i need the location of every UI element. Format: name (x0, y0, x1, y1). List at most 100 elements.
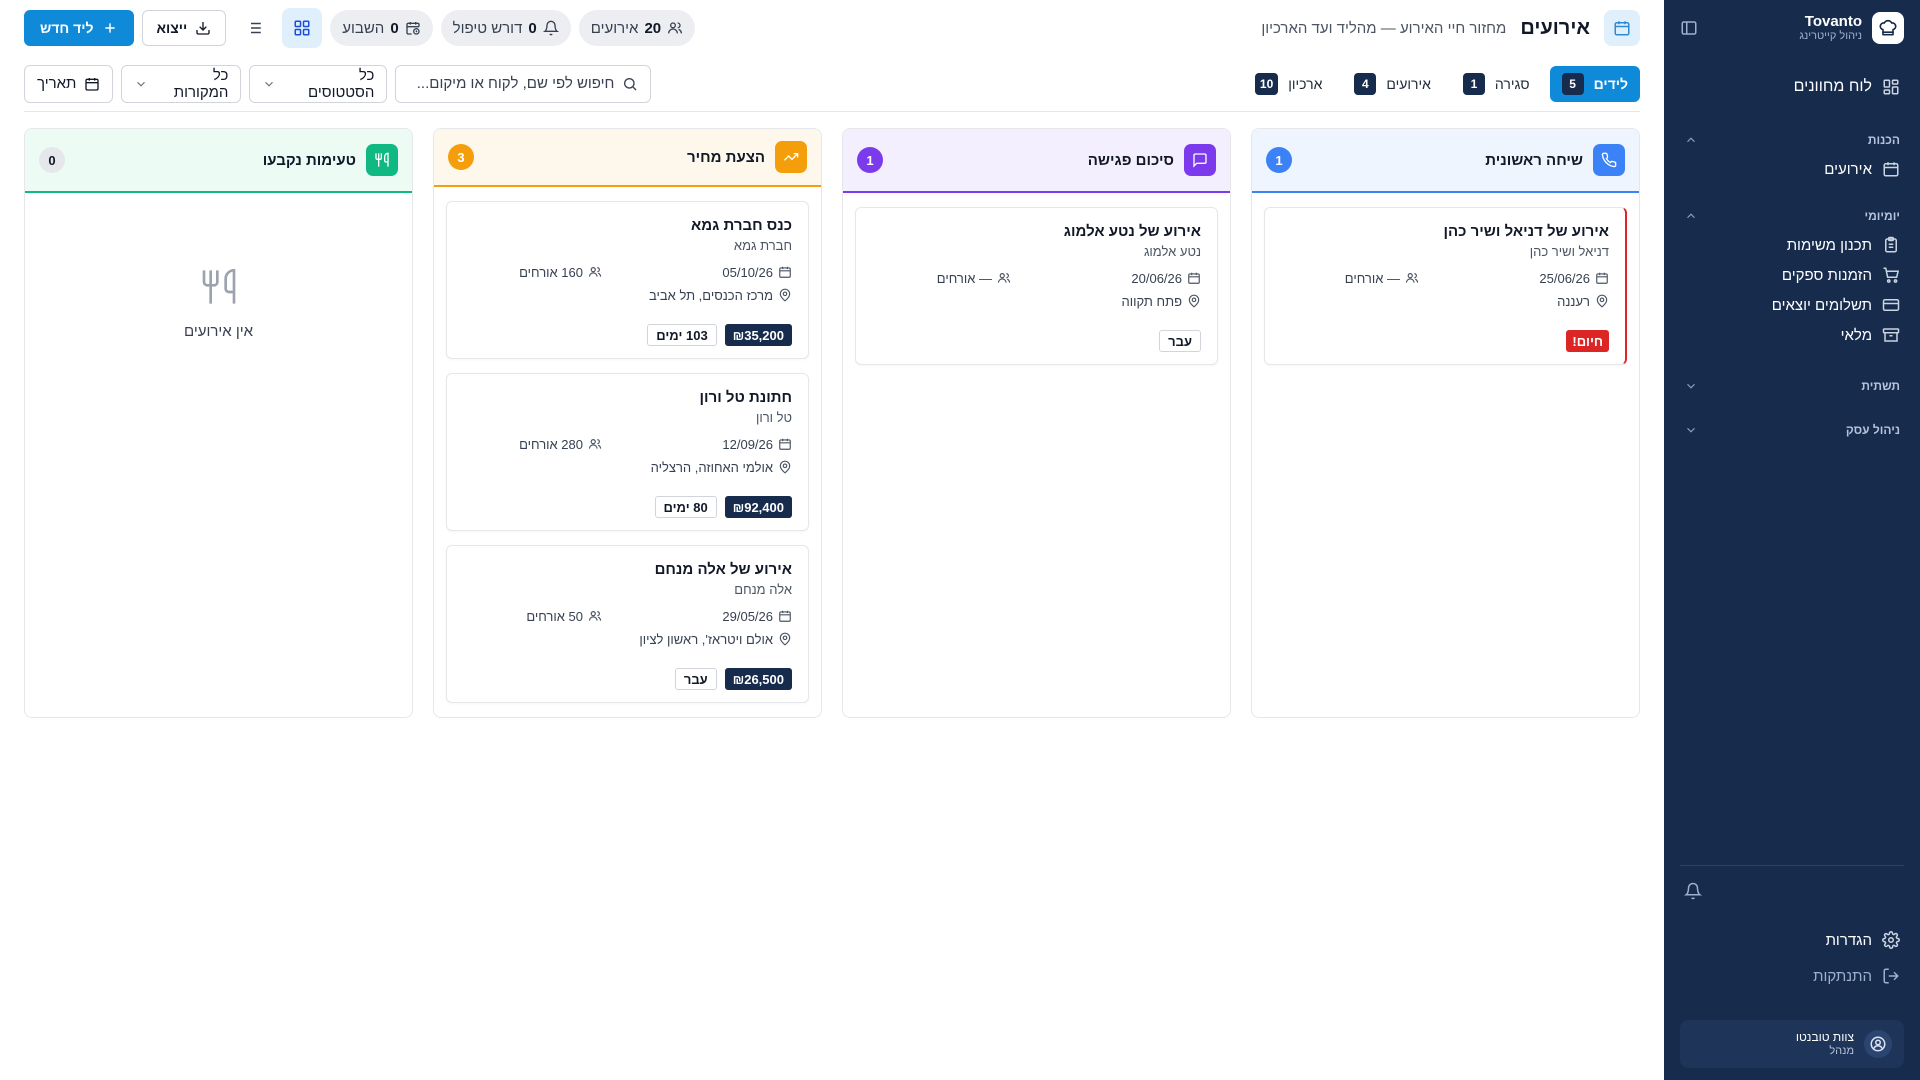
sidebar-item-outgoing-payments[interactable]: תשלומים יוצאים (1664, 290, 1920, 320)
tab-label: לידים (1593, 75, 1628, 92)
event-location: אולמי האחוזה, הרצליה (463, 460, 792, 475)
download-icon (195, 20, 211, 36)
event-client: חברת גמא (733, 237, 792, 253)
event-date-value: 29/05/26 (722, 608, 773, 624)
empty-state-text: אין אירועים (183, 323, 254, 340)
event-card[interactable]: כנס חברת גמא חברת גמא 05/10/26 160 אורחים מר… (446, 201, 809, 359)
sidebar-item-settings[interactable]: הגדרות (1664, 922, 1920, 958)
sidebar-group-business[interactable]: ניהול עסק (1664, 416, 1920, 444)
event-date: 12/09/26 (602, 437, 792, 452)
column-body: כנס חברת גמא חברת גמא 05/10/26 160 אורחים מר… (434, 187, 821, 717)
sidebar-group-label: הכנות (1867, 133, 1900, 147)
calendar-icon (778, 609, 792, 623)
event-card[interactable]: אירוע של נטע אלמוג נטע אלמוג 20/06/26 — אור… (855, 207, 1218, 365)
events-count-badge: 20 אירועים (578, 10, 696, 46)
status-select[interactable]: כל הסטטוסים (249, 64, 388, 103)
users-icon (588, 265, 602, 279)
new-lead-label: ליד חדש (40, 20, 94, 36)
calendar-icon (1882, 160, 1900, 178)
days-badge: עבר (674, 668, 717, 690)
logout-icon (1882, 967, 1900, 985)
event-card[interactable]: חתונת טל ורון טל ורון 12/09/26 280 אורחים או… (446, 373, 809, 531)
sidebar-item-inventory[interactable]: מלאי (1664, 320, 1920, 350)
event-date-value: 12/09/26 (722, 436, 773, 452)
sidebar-item-logout[interactable]: התנתקות (1664, 958, 1920, 994)
chevron-down-icon (262, 77, 276, 91)
dashboard-icon (1882, 78, 1900, 96)
chevron-down-icon (1684, 379, 1698, 393)
event-location: אולם ויטראז', ראשון לציון (463, 632, 792, 647)
attention-count: 0 (528, 19, 537, 37)
event-location-value: אולמי האחוזה, הרצליה (650, 459, 773, 475)
event-client: דניאל ושיר כהן (1529, 243, 1609, 259)
chevron-up-icon (1684, 133, 1698, 147)
event-meta-row: 29/05/26 50 אורחים (463, 609, 792, 624)
column-body: אין אירועים (25, 193, 412, 354)
filter-bar: לידים 5 סגירה 1 אירועים 4 ארכיון 10 כל ה… (24, 56, 1640, 112)
user-profile[interactable]: צוות טובנטו מנהל (1680, 1020, 1904, 1068)
sidebar-notifications (1664, 866, 1920, 916)
calendar-icon (778, 265, 792, 279)
tab-count: 5 (1561, 72, 1584, 95)
event-card[interactable]: אירוע של אלה מנחם אלה מנחם 29/05/26 50 אורח… (446, 545, 809, 703)
tab-count: 10 (1254, 72, 1279, 95)
sidebar-item-events[interactable]: אירועים (1664, 154, 1920, 184)
sidebar-toggle-icon[interactable] (1680, 19, 1698, 37)
bell-icon[interactable] (1684, 882, 1702, 900)
tab-archive[interactable]: ארכיון 10 (1243, 66, 1334, 102)
event-guests-value: — אורחים (1344, 270, 1400, 286)
week-label: השבוע (342, 19, 385, 37)
kanban-column: הצעת מחיר 3 כנס חברת גמא חברת גמא 05/10/26 16… (433, 128, 822, 718)
users-icon (1405, 271, 1419, 285)
event-date-value: 05/10/26 (722, 264, 773, 280)
map-pin-icon (778, 632, 792, 646)
sidebar-group-prep[interactable]: הכנות (1664, 126, 1920, 154)
column-count: 1 (857, 147, 883, 173)
sidebar-group-infrastructure[interactable]: תשתית (1664, 372, 1920, 400)
event-location-value: מרכז הכנסים, תל אביב (649, 287, 773, 303)
kanban-column: טעימות נקבעו 0 אין אירועים (24, 128, 413, 718)
tab-leads[interactable]: לידים 5 (1549, 65, 1640, 102)
users-icon (667, 20, 683, 36)
column-count: 0 (39, 147, 65, 173)
event-client: אלה מנחם (734, 581, 792, 597)
list-view-button[interactable] (234, 8, 274, 48)
chat-icon (1184, 144, 1216, 176)
search-input[interactable] (408, 75, 615, 92)
tab-count: 4 (1354, 72, 1377, 95)
event-card[interactable]: אירוע של דניאל ושיר כהן דניאל ושיר כהן 25/… (1264, 207, 1627, 365)
map-pin-icon (778, 460, 792, 474)
gear-icon (1882, 931, 1900, 949)
event-meta-row: 20/06/26 — אורחים (872, 271, 1201, 286)
column-count: 1 (1266, 147, 1292, 173)
event-guests: 160 אורחים (519, 265, 602, 280)
export-label: ייצוא (156, 20, 188, 36)
column-title: סיכום פגישה (1087, 151, 1174, 169)
new-lead-button[interactable]: ליד חדש (24, 10, 134, 46)
event-guests: — אורחים (937, 271, 1011, 286)
sidebar-item-supplier-orders[interactable]: הזמנות ספקים (1664, 260, 1920, 290)
sidebar-group-label: תשתית (1861, 379, 1900, 393)
event-title: חתונת טל ורון (699, 389, 792, 406)
calendar-icon (778, 437, 792, 451)
event-client: טל ורון (755, 409, 792, 425)
events-count-label: אירועים (590, 19, 639, 37)
sidebar-item-dashboard[interactable]: לוח מחוונים (1664, 66, 1920, 108)
event-meta-row: 05/10/26 160 אורחים (463, 265, 792, 280)
map-pin-icon (1187, 294, 1201, 308)
list-icon (245, 19, 263, 37)
board-view-button[interactable] (282, 8, 323, 48)
event-date: 29/05/26 (602, 609, 792, 624)
tab-closing[interactable]: סגירה 1 (1451, 66, 1542, 102)
calendar-icon (1604, 10, 1640, 46)
tab-events[interactable]: אירועים 4 (1342, 66, 1443, 102)
sidebar-item-task-planning[interactable]: תכנון משימות (1664, 230, 1920, 260)
sidebar-item-label: תכנון משימות (1786, 236, 1872, 254)
trend-icon (775, 141, 807, 173)
date-filter-button[interactable]: תאריך (24, 64, 114, 103)
source-select[interactable]: כל המקורות (121, 64, 242, 103)
export-button[interactable]: ייצוא (141, 10, 227, 46)
sidebar-group-daily[interactable]: יומיומי (1664, 202, 1920, 230)
map-pin-icon (1595, 294, 1609, 308)
page-header: אירועים מחזור חיי האירוע — מהליד ועד האר… (24, 0, 1640, 56)
